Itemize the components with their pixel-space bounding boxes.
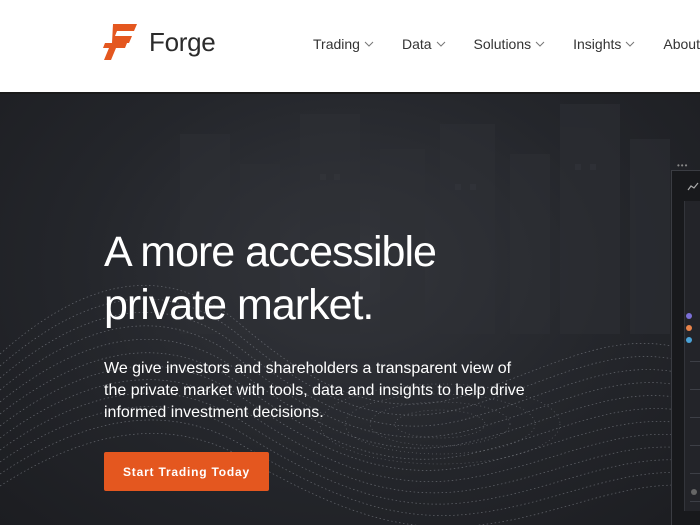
- axis-tick: [690, 445, 700, 446]
- nav-item-data[interactable]: Data: [402, 36, 446, 52]
- site-header: Forge Trading Data Solutions Insights Ab…: [0, 0, 700, 94]
- chevron-down-icon: [364, 41, 374, 47]
- scroll-handle[interactable]: [691, 489, 697, 495]
- nav-item-label: About: [663, 36, 700, 52]
- forge-logo[interactable]: Forge: [103, 22, 216, 62]
- nav-item-trading[interactable]: Trading: [313, 36, 374, 52]
- hero-headline: A more accessible private market.: [104, 226, 524, 332]
- nav-item-label: Trading: [313, 36, 360, 52]
- hero-section: A more accessible private market. We giv…: [0, 94, 700, 525]
- chevron-down-icon: [436, 41, 445, 47]
- main-nav: Trading Data Solutions Insights About: [313, 36, 700, 52]
- axis-tick: [690, 501, 700, 502]
- nav-item-label: Insights: [573, 36, 622, 52]
- nav-item-solutions[interactable]: Solutions: [474, 36, 546, 52]
- hero-subtext: We give investors and shareholders a tra…: [104, 360, 525, 421]
- nav-item-label: Solutions: [473, 36, 532, 52]
- nav-item-insights[interactable]: Insights: [573, 36, 635, 52]
- headline-line-2: private market.: [104, 281, 374, 329]
- brand-name: Forge: [149, 26, 216, 57]
- window-dots-icon: •••: [677, 161, 689, 170]
- legend-dot: [686, 337, 692, 343]
- nav-item-about[interactable]: About: [663, 36, 700, 52]
- axis-tick: [690, 389, 700, 390]
- legend-dot: [686, 325, 692, 331]
- chevron-down-icon: [626, 41, 635, 47]
- chart-icon: [687, 182, 699, 191]
- chevron-down-icon: [535, 41, 545, 47]
- axis-tick: [690, 473, 700, 474]
- axis-tick: [690, 361, 700, 362]
- forge-logo-icon: [103, 24, 137, 60]
- preview-panel: [684, 201, 700, 511]
- legend-dot: [686, 313, 692, 319]
- dashboard-preview: •••: [671, 161, 700, 525]
- headline-line-1: A more accessible: [104, 228, 437, 276]
- nav-item-label: Data: [401, 36, 432, 52]
- axis-tick: [690, 417, 700, 418]
- start-trading-button[interactable]: Start Trading Today: [104, 452, 269, 491]
